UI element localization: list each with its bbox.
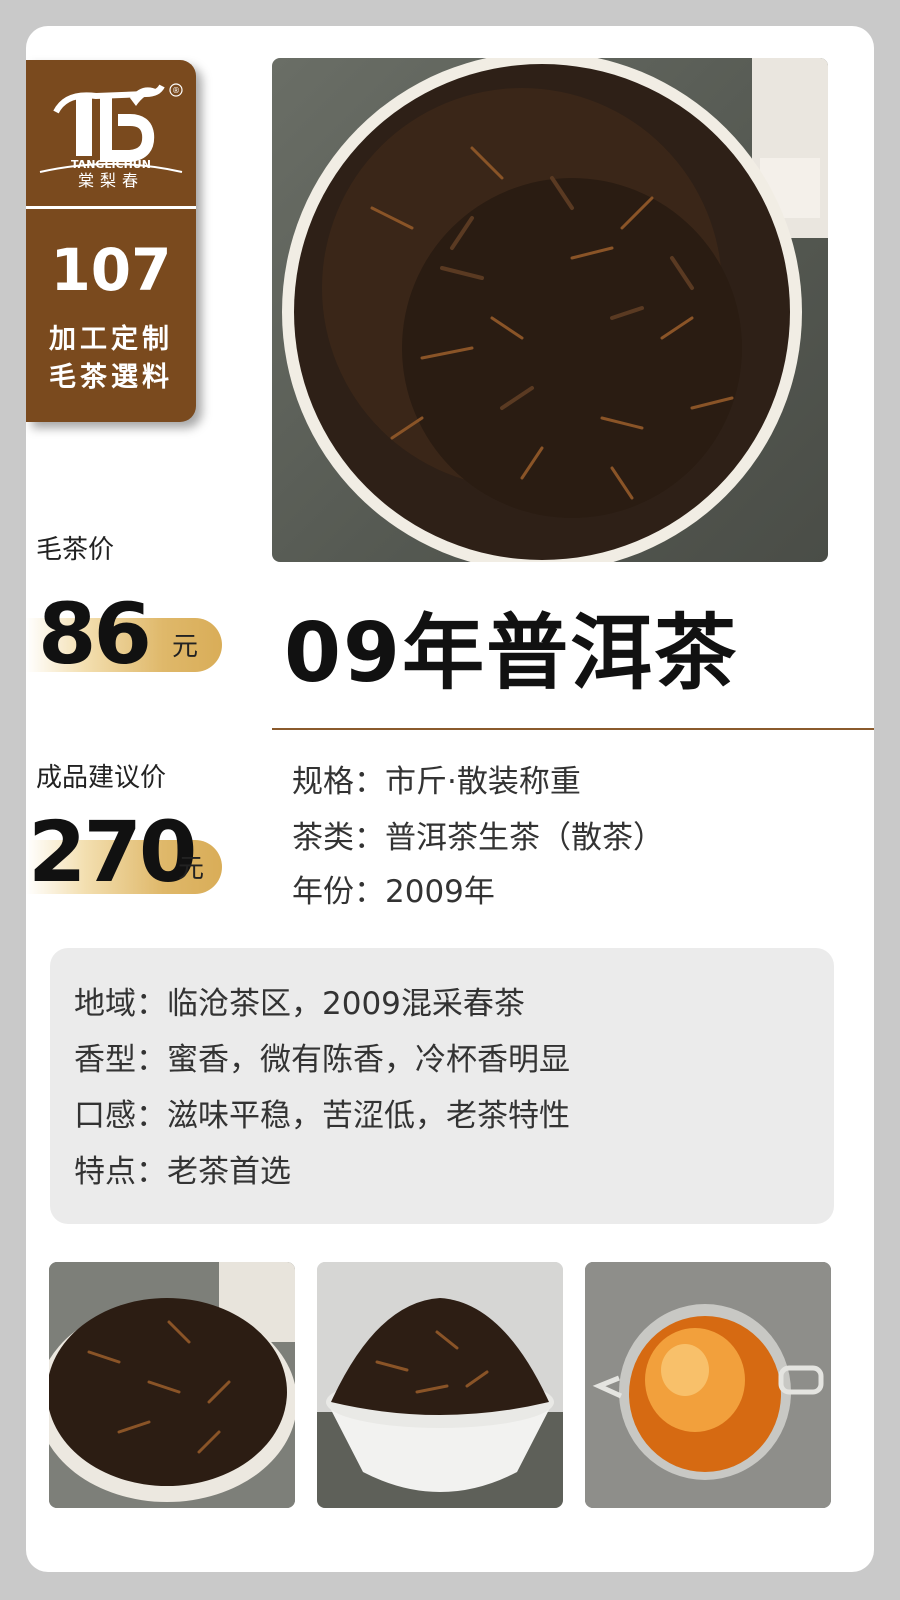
retail-price-label: 成品建议价: [36, 763, 167, 793]
retail-price-unit: 元: [178, 854, 205, 884]
badge-divider: [26, 206, 196, 209]
detail-line: 口感：滋味平稳，苦涩低，老茶特性: [74, 1098, 570, 1134]
detail-line: 地域：临沧茶区，2009混采春茶: [74, 986, 525, 1022]
raw-price-unit: 元: [172, 632, 199, 662]
details-box: 地域：临沧茶区，2009混采春茶 香型：蜜香，微有陈香，冷杯香明显 口感：滋味平…: [50, 948, 834, 1224]
spec-line: 规格：市斤·散装称重: [292, 764, 581, 800]
thumb-tea-leaves-plate: [49, 1262, 295, 1508]
brand-badge: ® TANGLICHUN 棠梨春 107 加工定制 毛茶選料: [26, 60, 196, 422]
spec-line: 年份：2009年: [292, 874, 495, 910]
detail-line: 特点：老茶首选: [74, 1154, 291, 1190]
retail-price-value: 270: [28, 803, 197, 901]
badge-line-1: 加工定制: [49, 324, 173, 355]
svg-text:TANGLICHUN: TANGLICHUN: [71, 158, 151, 171]
svg-text:®: ®: [172, 86, 180, 95]
hero-tea-leaves-photo: [272, 58, 828, 562]
thumb-tea-in-bowl: [317, 1262, 563, 1508]
raw-price-value: 86: [38, 585, 152, 683]
thumb-tea-liquor-pitcher: [585, 1262, 831, 1508]
spec-line: 茶类：普洱茶生茶（散茶）: [292, 820, 664, 856]
product-card: ® TANGLICHUN 棠梨春 107 加工定制 毛茶選料 毛茶价 86 元 …: [26, 26, 874, 1572]
title-divider: [272, 728, 874, 730]
badge-number: 107: [50, 236, 172, 304]
product-title: 09年普洱茶: [284, 606, 739, 701]
raw-price-label: 毛茶价: [36, 535, 115, 565]
detail-line: 香型：蜜香，微有陈香，冷杯香明显: [74, 1042, 570, 1078]
badge-line-2: 毛茶選料: [49, 362, 173, 393]
brand-logo: ® TANGLICHUN 棠梨春: [39, 83, 183, 188]
svg-text:棠梨春: 棠梨春: [78, 171, 144, 188]
